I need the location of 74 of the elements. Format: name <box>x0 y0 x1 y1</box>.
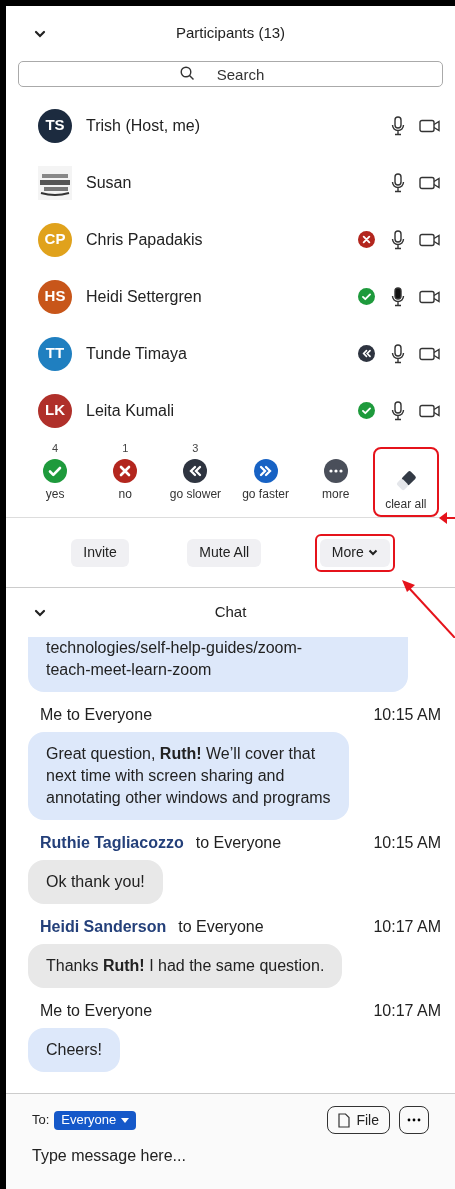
panel-title: Chat <box>214 602 247 623</box>
message-text: Thanks Ruth! I had the same question. <box>46 956 325 976</box>
microphone-icon[interactable] <box>391 115 405 136</box>
message-time: 10:15 AM <box>373 705 441 725</box>
more-icon <box>407 1118 421 1122</box>
panel-title: Participants (13) <box>175 23 286 44</box>
avatar: HS <box>38 279 72 314</box>
reaction-button[interactable]: clear all <box>372 447 439 517</box>
sender-name: Me to Everyone <box>40 1001 153 1021</box>
file-icon <box>338 1112 351 1128</box>
avatar: TS <box>38 108 72 143</box>
panel-button[interactable]: Mute All <box>187 538 262 567</box>
reaction-button[interactable]: more <box>302 437 369 507</box>
recipient-label: to Everyone <box>195 833 282 853</box>
participant-name: Tunde Timaya <box>86 343 188 364</box>
reaction-button[interactable]: go faster <box>232 437 299 507</box>
search-field[interactable]: Search <box>18 61 443 87</box>
reaction-count: 3 <box>192 441 199 454</box>
recipient-dropdown[interactable]: Everyone <box>54 1110 137 1130</box>
message-text: Cheers! <box>46 1040 103 1060</box>
video-camera-icon[interactable] <box>419 232 441 247</box>
message-time: 10:17 AM <box>373 917 441 937</box>
more-icon <box>323 459 348 483</box>
avatar: CP <box>38 222 72 257</box>
participant-name: Susan <box>86 172 133 193</box>
rewind-icon <box>183 459 208 483</box>
check-icon <box>43 459 68 483</box>
participant-name: Trish (Host, me) <box>86 115 202 136</box>
microphone-icon[interactable] <box>391 343 405 364</box>
x-icon <box>113 459 138 483</box>
microphone-icon[interactable] <box>391 286 405 307</box>
participant-name: Heidi Settergren <box>86 286 203 307</box>
avatar: LK <box>38 393 72 428</box>
video-camera-icon[interactable] <box>419 289 441 304</box>
search-icon <box>180 66 195 81</box>
reaction-count: 4 <box>52 441 59 454</box>
microphone-icon[interactable] <box>391 229 405 250</box>
caret-icon <box>121 1117 130 1123</box>
fast-forward-icon <box>253 459 278 483</box>
reaction-button[interactable]: 4 yes <box>22 437 89 507</box>
panel-button[interactable]: Invite <box>71 538 129 567</box>
panel-button[interactable]: More <box>319 538 390 567</box>
collapse-icon[interactable] <box>34 608 46 617</box>
recipient-label: to Everyone <box>178 917 264 937</box>
reaction-button[interactable]: 3 go slower <box>162 437 229 507</box>
participant-name: Chris Papadakis <box>86 229 204 250</box>
message-time: 10:17 AM <box>373 1001 441 1021</box>
message-time: 10:15 AM <box>373 833 441 853</box>
message-text: Ok thank you! <box>46 872 145 892</box>
video-camera-icon[interactable] <box>419 403 441 418</box>
annotation-arrow <box>438 509 455 525</box>
video-camera-icon[interactable] <box>419 118 441 133</box>
video-camera-icon[interactable] <box>419 346 441 361</box>
message-text: annotating other windows and programs <box>46 788 331 808</box>
avatar: TT <box>38 336 72 371</box>
microphone-icon[interactable] <box>391 172 405 193</box>
to-label: To: <box>32 1111 50 1130</box>
sender-name: Ruthie Tagliacozzo <box>40 833 184 853</box>
reaction-count: 1 <box>122 441 129 454</box>
message-text: Great question, Ruth! We’ll cover that <box>46 744 317 764</box>
annotation-arrow <box>400 578 455 638</box>
more-options-button[interactable] <box>399 1106 429 1134</box>
microphone-icon[interactable] <box>391 400 405 421</box>
message-text: next time with screen sharing and <box>46 766 286 786</box>
sender-name: Heidi Sanderson <box>40 917 167 937</box>
message-text: teach-meet-learn-zoom <box>46 660 213 680</box>
message-input[interactable]: Type message here... <box>32 1144 429 1168</box>
video-camera-icon[interactable] <box>419 175 441 190</box>
message-text: technologies/self-help-guides/zoom- <box>46 638 304 658</box>
file-button[interactable]: File <box>327 1106 390 1134</box>
participant-name: Leita Kumali <box>86 400 176 421</box>
reaction-button[interactable]: 1 no <box>92 437 159 507</box>
collapse-icon[interactable] <box>34 29 46 38</box>
sender-name: Me to Everyone <box>40 705 153 725</box>
